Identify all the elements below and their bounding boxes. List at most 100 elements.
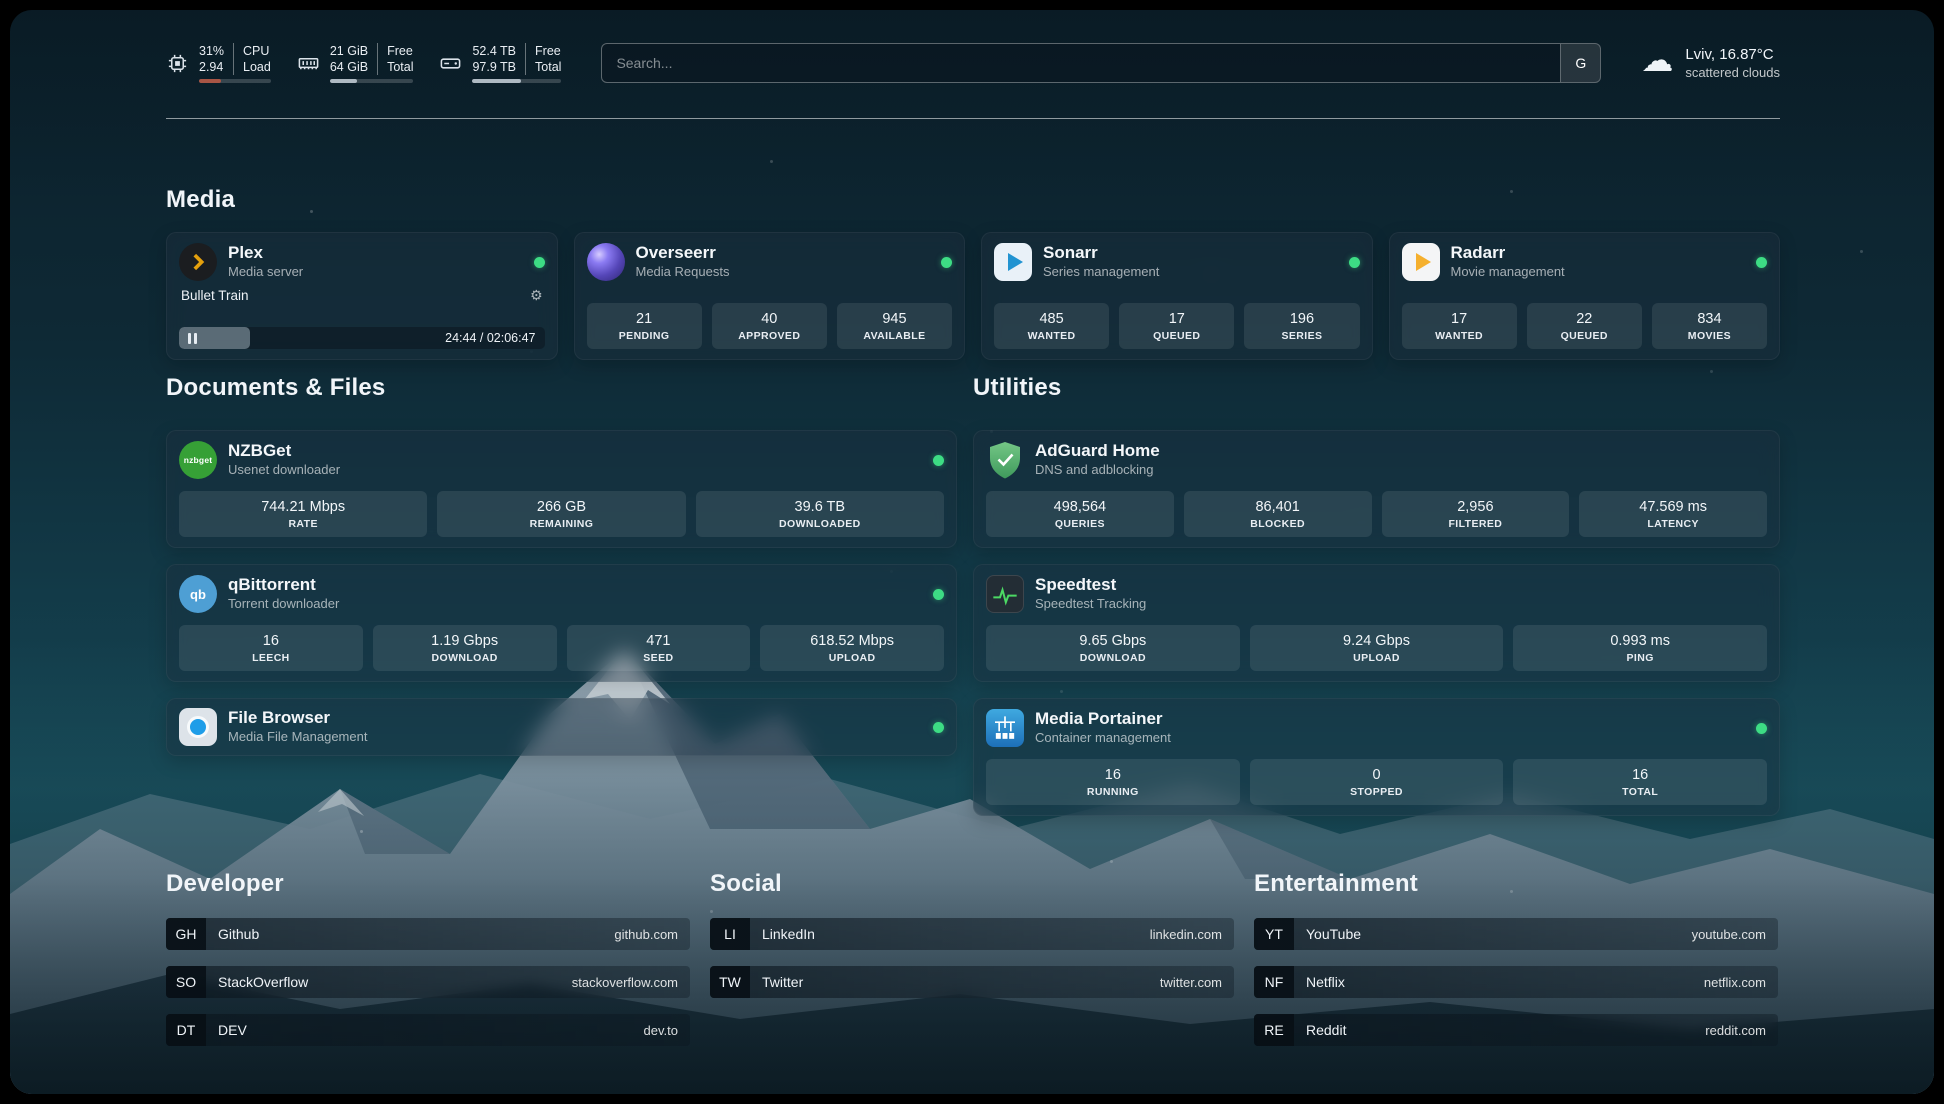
status-dot [1756, 723, 1767, 734]
stat-latency: 47.569 ms LATENCY [1579, 491, 1767, 537]
qbittorrent-icon: qb [179, 575, 217, 613]
stat-value: 17 [1451, 311, 1467, 327]
app-card-plex[interactable]: Plex Media server Bullet Train ⚙ 24:44 /… [166, 232, 558, 360]
stat-label: DOWNLOAD [432, 652, 498, 664]
app-card-qbittorrent[interactable]: qb qBittorrent Torrent downloader 16 LEE… [166, 564, 957, 682]
app-card-adguard-home[interactable]: AdGuard Home DNS and adblocking 498,564 … [973, 430, 1780, 548]
playback-progress-bar[interactable]: 24:44 / 02:06:47 [179, 327, 545, 349]
bookmark-stackoverflow[interactable]: SO StackOverflow stackoverflow.com [166, 966, 690, 998]
bookmark-name: YouTube [1294, 918, 1361, 950]
stat-label: UPLOAD [1353, 652, 1400, 664]
bookmark-abbr: SO [166, 966, 206, 998]
stat-value: 485 [1039, 311, 1063, 327]
radarr-icon [1402, 243, 1440, 281]
media-card-row: Plex Media server Bullet Train ⚙ 24:44 /… [166, 232, 1780, 360]
bookmark-netflix[interactable]: NF Netflix netflix.com [1254, 966, 1778, 998]
bookmark-twitter[interactable]: TW Twitter twitter.com [710, 966, 1234, 998]
now-playing-title: Bullet Train [181, 288, 249, 303]
stat-value: 834 [1697, 311, 1721, 327]
stat-label: DOWNLOAD [1080, 652, 1146, 664]
bookmark-github[interactable]: GH Github github.com [166, 918, 690, 950]
disk-widget: 52.4 TB 97.9 TB Free Total [439, 43, 561, 84]
bookmark-abbr: GH [166, 918, 206, 950]
speedtest-icon [986, 575, 1024, 613]
stat-running: 16 RUNNING [986, 759, 1240, 805]
section-title-social: Social [710, 870, 782, 898]
stat-value: 39.6 TB [795, 499, 846, 515]
stat-label: TOTAL [1622, 786, 1658, 798]
bookmark-abbr: LI [710, 918, 750, 950]
dashboard: 31% 2.94 CPU Load [10, 10, 1934, 1094]
bookmark-reddit[interactable]: RE Reddit reddit.com [1254, 1014, 1778, 1046]
app-card-media-portainer[interactable]: Media Portainer Container management 16 … [973, 698, 1780, 816]
app-subtitle: Usenet downloader [228, 462, 340, 479]
search-input[interactable] [601, 43, 1601, 83]
stat-seed: 471 SEED [567, 625, 751, 671]
pause-button[interactable] [188, 333, 197, 344]
stat-label: PING [1627, 652, 1654, 664]
stat-label: APPROVED [738, 330, 800, 342]
developer-links: GH Github github.com SO StackOverflow st… [166, 918, 690, 1062]
status-dot [941, 257, 952, 268]
app-name: Speedtest [1035, 575, 1146, 595]
bookmark-name: Reddit [1294, 1014, 1346, 1046]
stat-label: UPLOAD [829, 652, 876, 664]
bookmark-youtube[interactable]: YT YouTube youtube.com [1254, 918, 1778, 950]
app-subtitle: Speedtest Tracking [1035, 596, 1146, 613]
nzbget-icon: nzbget [179, 441, 217, 479]
bookmark-name: StackOverflow [206, 966, 308, 998]
bookmark-abbr: NF [1254, 966, 1294, 998]
ram-total-label: Total [387, 59, 413, 75]
gear-icon[interactable]: ⚙ [530, 287, 543, 304]
stat-label: SERIES [1281, 330, 1322, 342]
stat-ping: 0.993 ms PING [1513, 625, 1767, 671]
bookmark-linkedin[interactable]: LI LinkedIn linkedin.com [710, 918, 1234, 950]
stat-value: 744.21 Mbps [261, 499, 345, 515]
status-dot [933, 589, 944, 600]
header-divider [166, 118, 1780, 119]
ram-icon [297, 52, 320, 75]
bookmark-name: Netflix [1294, 966, 1345, 998]
stat-label: LEECH [252, 652, 290, 664]
cpu-widget: 31% 2.94 CPU Load [166, 43, 271, 84]
status-dot [1349, 257, 1360, 268]
stat-label: QUEUED [1153, 330, 1200, 342]
stat-upload: 618.52 Mbps UPLOAD [760, 625, 944, 671]
app-card-sonarr[interactable]: Sonarr Series management 485 WANTED 17 Q… [981, 232, 1373, 360]
overseerr-icon [587, 243, 625, 281]
app-name: Media Portainer [1035, 709, 1171, 729]
app-name: Radarr [1451, 243, 1565, 263]
adguard-icon [986, 441, 1024, 479]
entertainment-links: YT YouTube youtube.com NF Netflix netfli… [1254, 918, 1778, 1062]
ram-widget: 21 GiB 64 GiB Free Total [297, 43, 414, 84]
app-name: Plex [228, 243, 303, 263]
app-card-nzbget[interactable]: nzbget NZBGet Usenet downloader 744.21 M… [166, 430, 957, 548]
stat-pending: 21 PENDING [587, 303, 702, 349]
stat-series: 196 SERIES [1244, 303, 1359, 349]
bookmark-url: twitter.com [1160, 966, 1234, 998]
disk-free-label: Free [535, 43, 561, 59]
status-dot [1756, 257, 1767, 268]
app-card-overseerr[interactable]: Overseerr Media Requests 21 PENDING 40 A… [574, 232, 966, 360]
social-links: LI LinkedIn linkedin.com TW Twitter twit… [710, 918, 1234, 1014]
weather-widget[interactable]: ☁ Lviv, 16.87°C scattered clouds [1641, 46, 1780, 80]
search-engine-button[interactable]: G [1560, 44, 1600, 82]
stat-queries: 498,564 QUERIES [986, 491, 1174, 537]
bookmark-dev[interactable]: DT DEV dev.to [166, 1014, 690, 1046]
weather-condition: scattered clouds [1685, 65, 1780, 80]
cloud-icon: ☁ [1641, 44, 1673, 76]
divider [525, 43, 526, 76]
bookmark-url: linkedin.com [1150, 918, 1234, 950]
app-card-speedtest[interactable]: Speedtest Speedtest Tracking 9.65 Gbps D… [973, 564, 1780, 682]
stat-value: 16 [263, 633, 279, 649]
app-subtitle: Series management [1043, 264, 1159, 281]
stat-label: DOWNLOADED [779, 518, 861, 530]
status-dot [933, 455, 944, 466]
app-card-radarr[interactable]: Radarr Movie management 17 WANTED 22 QUE… [1389, 232, 1781, 360]
app-card-file-browser[interactable]: File Browser Media File Management [166, 698, 957, 756]
app-subtitle: Media server [228, 264, 303, 281]
stat-blocked: 86,401 BLOCKED [1184, 491, 1372, 537]
ram-progress-bar [330, 79, 414, 83]
stat-value: 40 [761, 311, 777, 327]
stat-label: SEED [643, 652, 673, 664]
